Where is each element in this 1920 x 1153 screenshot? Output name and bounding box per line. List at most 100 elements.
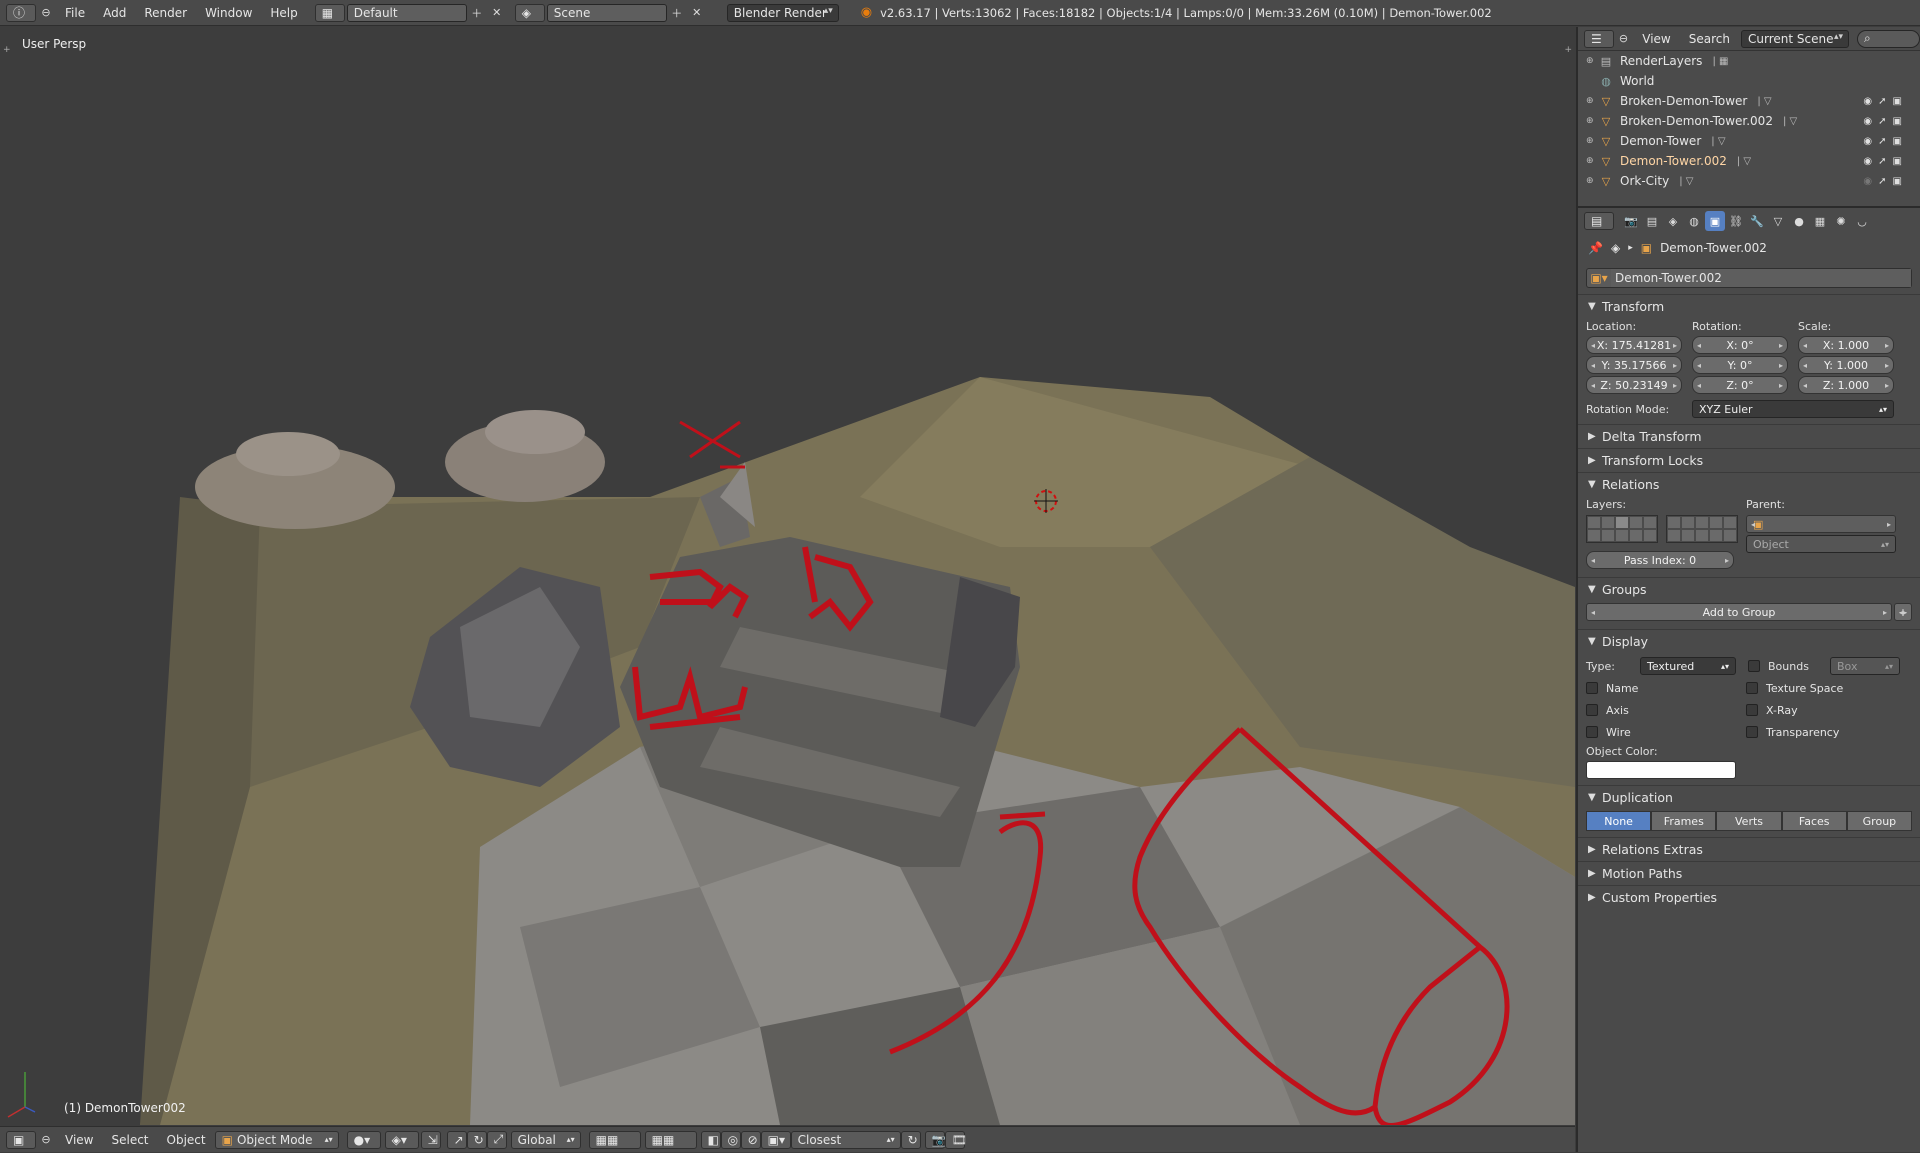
outliner-item-demon-tower[interactable]: ⊕ ▽ Demon-Tower | ▽ ◉ ➚ ▣ (1578, 131, 1920, 151)
snap-align-icon[interactable]: ↻ (900, 1130, 921, 1149)
particles-tab-icon[interactable]: ✺ (1831, 211, 1851, 231)
location-y-field[interactable]: Y: 35.17566 (1586, 356, 1682, 374)
snap-toggle-icon[interactable]: ⊘ (740, 1130, 761, 1149)
renderability-camera-icon[interactable]: ▣ (1893, 176, 1902, 187)
layers-grid-1[interactable]: ▦▦ (588, 1130, 641, 1149)
parent-type-dropdown[interactable]: Object ▴▾ (1746, 535, 1896, 553)
layer-cell[interactable] (1695, 529, 1709, 542)
relations-panel-header[interactable]: ▼ Relations (1578, 472, 1920, 496)
expand-icon[interactable]: ⊕ (1586, 176, 1598, 186)
display-panel-header[interactable]: ▼ Display (1578, 629, 1920, 653)
relations-extras-panel-header[interactable]: ▶ Relations Extras (1578, 837, 1920, 861)
editor-type-info-button[interactable]: ⓘ (6, 3, 36, 22)
selectability-cursor-icon[interactable]: ➚ (1878, 176, 1886, 187)
layer-cell[interactable] (1587, 516, 1601, 529)
transform-orientation-dropdown[interactable]: Global ▴▾ (510, 1130, 581, 1149)
layer-cell[interactable] (1643, 516, 1657, 529)
display-type-dropdown[interactable]: Textured ▴▾ (1640, 657, 1736, 675)
translate-manipulator-icon[interactable]: ↗ (446, 1130, 467, 1149)
snap-element-dropdown[interactable]: ▣▾ (760, 1130, 791, 1149)
duplication-group-button[interactable]: Group (1846, 811, 1913, 831)
corner-widget-icon[interactable]: + (3, 45, 11, 55)
object-name-field[interactable]: ▣▾ Demon-Tower.002 (1586, 268, 1912, 288)
outliner-item-demon-tower-002[interactable]: ⊕ ▽ Demon-Tower.002 | ▽ ◉ ➚ ▣ (1578, 151, 1920, 171)
delta-transform-panel-header[interactable]: ▶ Delta Transform (1578, 424, 1920, 448)
transform-locks-panel-header[interactable]: ▶ Transform Locks (1578, 448, 1920, 472)
outliner-search-input[interactable]: ⌕ (1857, 29, 1920, 48)
scene-tab-icon[interactable]: ◈ (1663, 211, 1683, 231)
renderability-camera-icon[interactable]: ▣ (1893, 116, 1902, 127)
remove-layout-icon[interactable]: ✕ (487, 4, 507, 22)
proportional-edit-icon[interactable]: ◎ (720, 1130, 741, 1149)
duplication-faces-button[interactable]: Faces (1781, 811, 1847, 831)
outliner-menu-view[interactable]: View (1633, 26, 1679, 52)
add-group-icon[interactable]: + (1894, 603, 1912, 621)
modifiers-tab-icon[interactable]: 🔧 (1747, 211, 1767, 231)
3d-viewport[interactable]: User Persp (1) DemonTower002 + + (0, 27, 1575, 1125)
menu-select[interactable]: Select (102, 1127, 157, 1153)
scene-field[interactable]: Scene (546, 3, 667, 22)
layer-cell[interactable] (1723, 529, 1737, 542)
selectability-cursor-icon[interactable]: ➚ (1878, 96, 1886, 107)
visibility-eye-icon[interactable]: ◉ (1863, 136, 1872, 147)
menu-file[interactable]: File (56, 0, 94, 26)
bounds-type-dropdown[interactable]: Box ▴▾ (1830, 657, 1900, 675)
pass-index-field[interactable]: Pass Index: 0 (1586, 551, 1734, 569)
render-tab-icon[interactable]: 📷 (1621, 211, 1641, 231)
remove-scene-icon[interactable]: ✕ (687, 4, 707, 22)
add-to-group-button[interactable]: Add to Group (1586, 603, 1892, 621)
layer-cell[interactable] (1695, 516, 1709, 529)
layer-cell[interactable] (1615, 516, 1629, 529)
outliner-item-broken-demon-tower[interactable]: ⊕ ▽ Broken-Demon-Tower | ▽ ◉ ➚ ▣ (1578, 91, 1920, 111)
render-animation-icon[interactable]: 🎞 (944, 1130, 967, 1149)
add-scene-icon[interactable]: ＋ (667, 4, 687, 22)
menu-object[interactable]: Object (158, 1127, 215, 1153)
layer-cell[interactable] (1615, 529, 1629, 542)
object-color-swatch[interactable] (1586, 761, 1736, 779)
menu-help[interactable]: Help (261, 0, 306, 26)
scale-y-field[interactable]: Y: 1.000 (1798, 356, 1894, 374)
renderability-camera-icon[interactable]: ▣ (1893, 136, 1902, 147)
bounds-checkbox[interactable] (1748, 660, 1760, 672)
mode-dropdown[interactable]: ▣ Object Mode ▴▾ (214, 1130, 339, 1149)
render-layers-tab-icon[interactable]: ▤ (1642, 211, 1662, 231)
visibility-eye-icon[interactable]: ◉ (1863, 96, 1872, 107)
object-tab-icon[interactable]: ▣ (1705, 211, 1725, 231)
expand-icon[interactable]: ⊕ (1586, 116, 1598, 126)
menu-add[interactable]: Add (94, 0, 135, 26)
expand-icon[interactable]: ⊕ (1586, 156, 1598, 166)
texture-space-option[interactable]: Texture Space (1746, 677, 1896, 699)
custom-properties-panel-header[interactable]: ▶ Custom Properties (1578, 885, 1920, 909)
texture-space-checkbox[interactable] (1746, 682, 1758, 694)
object-layers-grid[interactable] (1586, 515, 1746, 543)
duplication-panel-header[interactable]: ▼ Duplication (1578, 785, 1920, 809)
layer-cell[interactable] (1667, 529, 1681, 542)
name-option[interactable]: Name (1586, 677, 1746, 699)
layer-cell[interactable] (1667, 516, 1681, 529)
selectability-cursor-icon[interactable]: ➚ (1878, 136, 1886, 147)
layer-cell[interactable] (1601, 529, 1615, 542)
collapse-menu-icon[interactable]: ⊖ (1614, 30, 1634, 48)
outliner-item-ork-city[interactable]: ⊕ ▽ Ork-City | ▽ ◉ ➚ ▣ (1578, 171, 1920, 191)
expand-icon[interactable]: ⊕ (1586, 56, 1598, 66)
motion-paths-panel-header[interactable]: ▶ Motion Paths (1578, 861, 1920, 885)
world-tab-icon[interactable]: ◍ (1684, 211, 1704, 231)
layers-set-1[interactable] (1586, 515, 1658, 543)
pivot-point-dropdown[interactable]: ◈▾ (384, 1130, 419, 1149)
outliner-menu-search[interactable]: Search (1680, 26, 1739, 52)
name-checkbox[interactable] (1586, 682, 1598, 694)
editor-type-outliner-button[interactable]: ☰ (1584, 29, 1614, 48)
rotation-mode-dropdown[interactable]: XYZ Euler ▴▾ (1692, 400, 1894, 418)
texture-tab-icon[interactable]: ▦ (1810, 211, 1830, 231)
xray-checkbox[interactable] (1746, 704, 1758, 716)
layer-cell[interactable] (1643, 529, 1657, 542)
manipulator-toggle[interactable]: ⇲ (420, 1130, 441, 1149)
duplication-verts-button[interactable]: Verts (1716, 811, 1782, 831)
editor-type-3d-view-button[interactable]: ▣ (6, 1130, 36, 1149)
scale-x-field[interactable]: X: 1.000 (1798, 336, 1894, 354)
transform-panel-header[interactable]: ▼ Transform (1578, 294, 1920, 318)
rotation-x-field[interactable]: X: 0° (1692, 336, 1788, 354)
menu-window[interactable]: Window (196, 0, 261, 26)
duplication-none-button[interactable]: None (1586, 811, 1652, 831)
layer-cell[interactable] (1629, 516, 1643, 529)
